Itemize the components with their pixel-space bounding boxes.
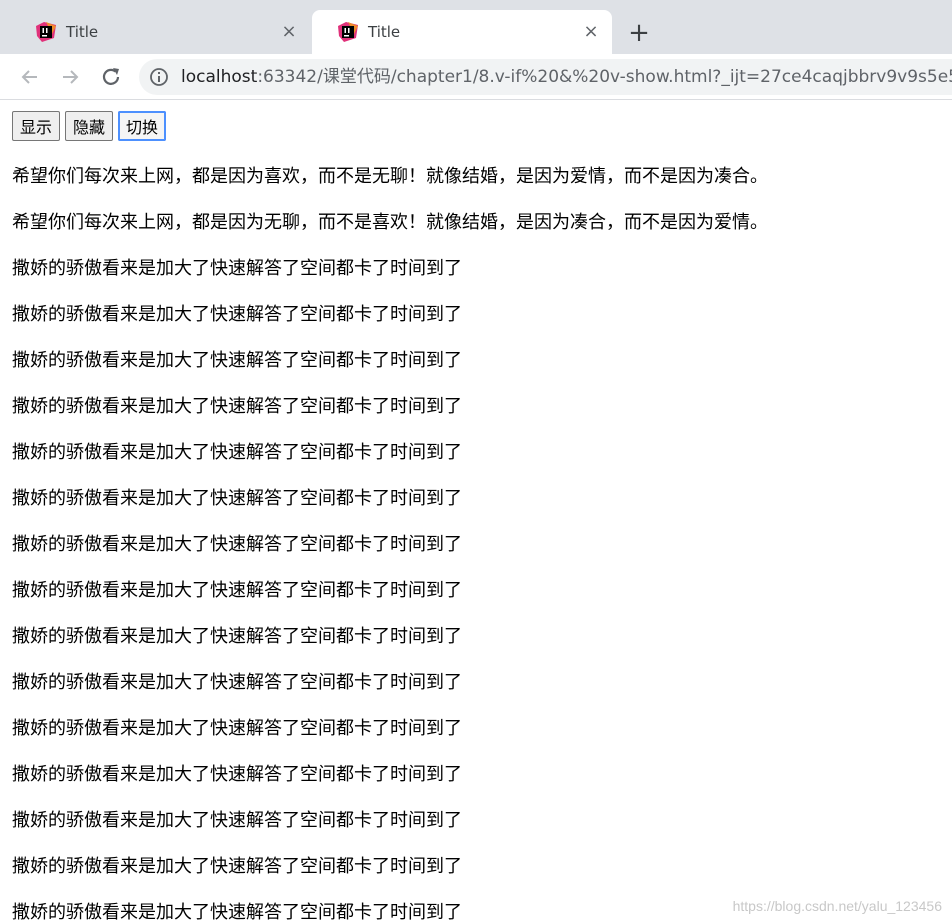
info-icon[interactable] xyxy=(149,67,169,87)
message-first: 希望你们每次来上网，都是因为喜欢，而不是无聊！就像结婚，是因为爱情，而不是因为凑… xyxy=(12,166,768,187)
close-icon[interactable]: × xyxy=(582,23,600,41)
repeated-line: 撒娇的骄傲看来是加大了快速解答了空间都卡了时间到了 xyxy=(12,718,462,739)
close-icon[interactable]: × xyxy=(280,23,298,41)
repeated-line: 撒娇的骄傲看来是加大了快速解答了空间都卡了时间到了 xyxy=(12,258,462,279)
repeated-line: 撒娇的骄傲看来是加大了快速解答了空间都卡了时间到了 xyxy=(12,672,462,693)
repeated-line: 撒娇的骄傲看来是加大了快速解答了空间都卡了时间到了 xyxy=(12,764,462,785)
browser-toolbar: localhost:63342/课堂代码/chapter1/8.v-if%20&… xyxy=(0,54,952,100)
repeated-line: 撒娇的骄傲看来是加大了快速解答了空间都卡了时间到了 xyxy=(12,396,462,417)
repeated-line: 撒娇的骄傲看来是加大了快速解答了空间都卡了时间到了 xyxy=(12,488,462,509)
forward-arrow-icon[interactable] xyxy=(56,63,84,91)
tab-second[interactable]: Title × xyxy=(312,10,612,54)
page-content: 显示 隐藏 切换 希望你们每次来上网，都是因为喜欢，而不是无聊！就像结婚，是因为… xyxy=(0,100,952,920)
tab-first[interactable]: Title × xyxy=(10,10,310,54)
show-button[interactable]: 显示 xyxy=(12,111,61,141)
toggle-button[interactable]: 切换 xyxy=(118,111,167,141)
repeated-line: 撒娇的骄傲看来是加大了快速解答了空间都卡了时间到了 xyxy=(12,534,462,555)
repeated-line: 撒娇的骄傲看来是加大了快速解答了空间都卡了时间到了 xyxy=(12,580,462,601)
button-group: 显示 隐藏 切换 xyxy=(12,111,171,141)
repeated-line: 撒娇的骄傲看来是加大了快速解答了空间都卡了时间到了 xyxy=(12,350,462,371)
back-arrow-icon[interactable] xyxy=(16,63,44,91)
tab-title: Title xyxy=(66,23,99,41)
repeated-line: 撒娇的骄傲看来是加大了快速解答了空间都卡了时间到了 xyxy=(12,856,462,877)
tab-title: Title xyxy=(368,23,401,41)
url-text[interactable]: localhost:63342/课堂代码/chapter1/8.v-if%20&… xyxy=(181,59,952,95)
reload-icon[interactable] xyxy=(97,63,125,91)
jetbrains-icon xyxy=(36,22,56,42)
repeated-line: 撒娇的骄傲看来是加大了快速解答了空间都卡了时间到了 xyxy=(12,442,462,463)
url-host: localhost xyxy=(181,67,258,87)
plus-icon[interactable]: + xyxy=(626,20,652,46)
message-second: 希望你们每次来上网，都是因为无聊，而不是喜欢！就像结婚，是因为凑合，而不是因为爱… xyxy=(12,212,768,233)
repeated-line: 撒娇的骄傲看来是加大了快速解答了空间都卡了时间到了 xyxy=(12,902,462,920)
repeated-line: 撒娇的骄傲看来是加大了快速解答了空间都卡了时间到了 xyxy=(12,304,462,325)
repeated-line: 撒娇的骄傲看来是加大了快速解答了空间都卡了时间到了 xyxy=(12,810,462,831)
hide-button[interactable]: 隐藏 xyxy=(65,111,114,141)
jetbrains-icon xyxy=(338,22,358,42)
tab-strip: Title × Title × + xyxy=(0,0,952,54)
address-bar[interactable]: localhost:63342/课堂代码/chapter1/8.v-if%20&… xyxy=(139,59,952,95)
url-rest: :63342/课堂代码/chapter1/8.v-if%20&%20v-show… xyxy=(257,67,952,87)
repeated-line: 撒娇的骄傲看来是加大了快速解答了空间都卡了时间到了 xyxy=(12,626,462,647)
watermark: https://blog.csdn.net/yalu_123456 xyxy=(732,898,942,914)
